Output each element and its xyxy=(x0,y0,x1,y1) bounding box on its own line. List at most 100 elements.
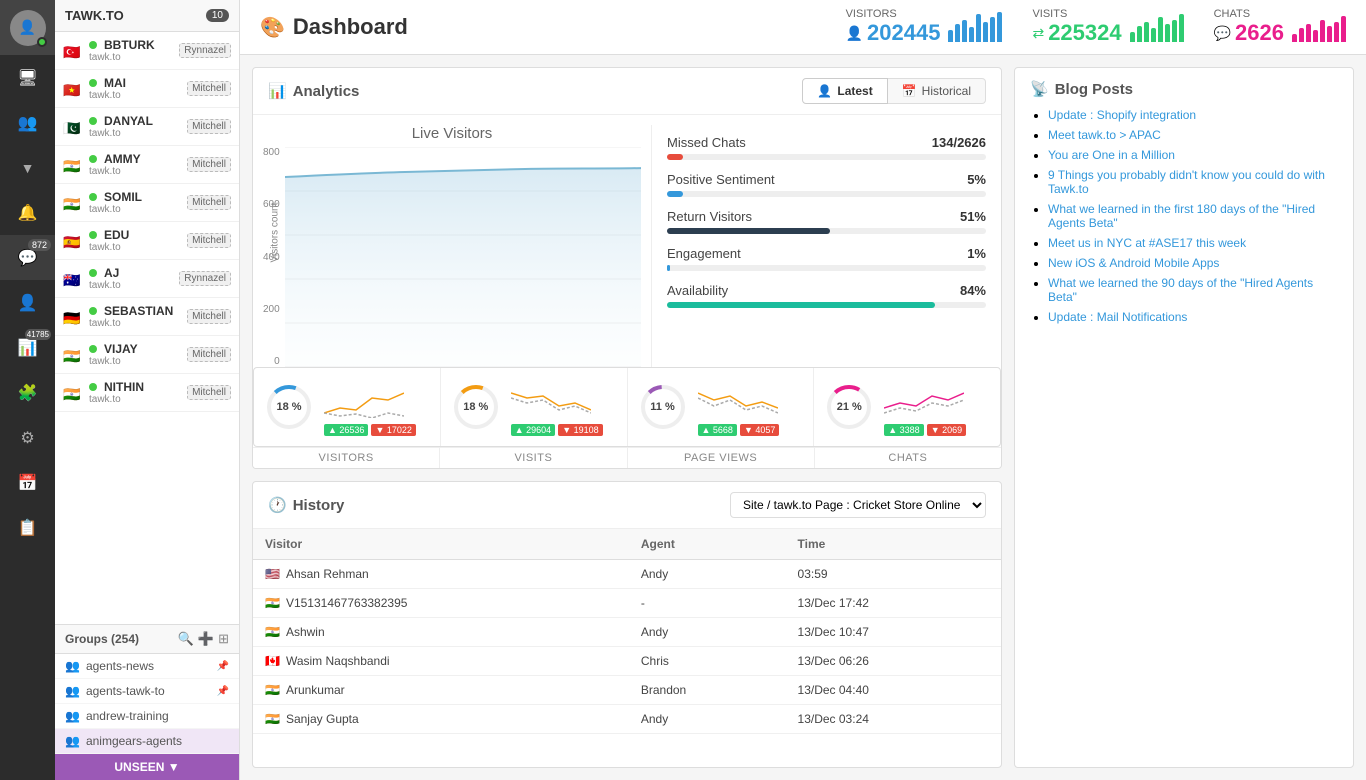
table-row[interactable]: 🇮🇳V15131467763382395 - 13/Dec 17:42 xyxy=(253,589,1001,618)
chart-bar xyxy=(1306,24,1311,42)
analytics-badge: 41785 xyxy=(25,329,51,340)
col-visitor: Visitor xyxy=(253,529,629,560)
chart-bar xyxy=(948,30,953,42)
blog-post-link[interactable]: What we learned the 90 days of the "Hire… xyxy=(1048,276,1313,304)
engagement-label: Engagement xyxy=(667,246,741,261)
visits-ring-text: 18 % xyxy=(463,401,488,413)
visitor-name: EDU xyxy=(104,228,129,242)
visitor-name: SOMIL xyxy=(104,190,142,204)
group-item[interactable]: 👥 agents-news 📌 xyxy=(55,654,239,679)
status-dot xyxy=(89,307,97,315)
visitors-up-badge: ▲ 26536 xyxy=(324,424,368,436)
visits-icon: ⇄ xyxy=(1032,25,1044,42)
pin-icon: 📌 xyxy=(217,686,229,697)
agent-tag: Mitchell xyxy=(187,385,231,400)
blog-post-link[interactable]: Update : Shopify integration xyxy=(1048,108,1196,122)
visitors-chart xyxy=(948,12,1002,42)
y-200: 200 xyxy=(263,304,280,315)
pageviews-up-badge: ▲ 5668 xyxy=(698,424,737,436)
time-cell: 03:59 xyxy=(786,560,1001,589)
add-group-icon[interactable]: ➕ xyxy=(198,631,214,647)
table-row[interactable]: 🇨🇦Wasim Naqshbandi Chris 13/Dec 06:26 xyxy=(253,647,1001,676)
list-item[interactable]: 🇹🇷 BBTURK tawk.to Rynnazel xyxy=(55,32,239,70)
sidebar-item-list[interactable]: 📋 xyxy=(0,505,55,550)
list-item[interactable]: 🇮🇳 SOMIL tawk.to Mitchell xyxy=(55,184,239,222)
chat-badge: 872 xyxy=(28,239,51,251)
visitor-flag: 🇨🇦 xyxy=(265,654,280,668)
sidebar-item-filter[interactable]: ▼ xyxy=(0,145,55,190)
blog-post-item: Update : Mail Notifications xyxy=(1048,310,1338,324)
sidebar-item-people[interactable]: 👥 xyxy=(0,100,55,145)
tab-historical[interactable]: 📅 Historical xyxy=(888,78,986,104)
visitors-icon: 👤 xyxy=(846,25,863,42)
list-item[interactable]: 🇮🇳 AMMY tawk.to Mitchell xyxy=(55,146,239,184)
list-item[interactable]: 🇦🇺 AJ tawk.to Rynnazel xyxy=(55,260,239,298)
visitor-flag: 🇻🇳 xyxy=(63,82,83,96)
metric-engagement: Engagement 1% xyxy=(667,246,986,271)
blog-post-link[interactable]: You are One in a Million xyxy=(1048,148,1175,162)
list-item[interactable]: 🇪🇸 EDU tawk.to Mitchell xyxy=(55,222,239,260)
blog-title: 📡 Blog Posts xyxy=(1030,80,1338,98)
blog-post-link[interactable]: New iOS & Android Mobile Apps xyxy=(1048,256,1219,270)
visitor-site: tawk.to xyxy=(89,128,187,139)
search-icon[interactable]: 🔍 xyxy=(178,631,194,647)
tab-latest[interactable]: 👤 Latest xyxy=(802,78,887,104)
chart-bar xyxy=(1165,24,1170,42)
visitor-name: SEBASTIAN xyxy=(104,304,173,318)
visitor-flag: 🇮🇳 xyxy=(265,683,280,697)
table-row[interactable]: 🇮🇳Arunkumar Brandon 13/Dec 04:40 xyxy=(253,676,1001,705)
group-name: andrew-training xyxy=(86,709,169,723)
agent-tag: Mitchell xyxy=(187,81,231,96)
status-dot xyxy=(89,79,97,87)
visitor-flag: 🇮🇳 xyxy=(63,348,83,362)
visitor-site: tawk.to xyxy=(89,318,187,329)
user-avatar[interactable]: 👤 xyxy=(0,0,55,55)
sidebar-item-analytics[interactable]: 📊 41785 xyxy=(0,325,55,370)
list-item[interactable]: 🇮🇳 NITHIN tawk.to Mitchell xyxy=(55,374,239,412)
blog-post-link[interactable]: Update : Mail Notifications xyxy=(1048,310,1187,324)
blog-post-item: Meet tawk.to > APAC xyxy=(1048,128,1338,142)
pageviews-badges: ▲ 5668 ▼ 4057 xyxy=(698,424,804,436)
status-dot xyxy=(89,345,97,353)
chats-stat-name: CHATS xyxy=(815,448,1001,468)
expand-icon[interactable]: ⊞ xyxy=(218,631,229,647)
y-axis-label: Visitors count xyxy=(269,203,280,263)
list-item[interactable]: 🇻🇳 MAI tawk.to Mitchell xyxy=(55,70,239,108)
status-dot xyxy=(89,117,97,125)
sidebar-item-calendar[interactable]: 📅 xyxy=(0,460,55,505)
group-item-animgears[interactable]: 👥 animgears-agents xyxy=(55,729,239,754)
chat-items-list: 🇹🇷 BBTURK tawk.to Rynnazel 🇻🇳 MAI tawk.t… xyxy=(55,32,239,624)
table-row[interactable]: 🇺🇸Ahsan Rehman Andy 03:59 xyxy=(253,560,1001,589)
list-item[interactable]: 🇮🇳 VIJAY tawk.to Mitchell xyxy=(55,336,239,374)
list-item[interactable]: 🇩🇪 SEBASTIAN tawk.to Mitchell xyxy=(55,298,239,336)
unseen-button[interactable]: UNSEEN ▼ xyxy=(55,754,239,780)
sidebar-item-chat[interactable]: 💬 872 xyxy=(0,235,55,280)
blog-post-link[interactable]: What we learned in the first 180 days of… xyxy=(1048,202,1315,230)
blog-posts-list: Update : Shopify integration Meet tawk.t… xyxy=(1030,108,1338,324)
chart-bar xyxy=(962,20,967,42)
return-bar-bg xyxy=(667,228,986,234)
site-selector[interactable]: Site / tawk.to Page : Cricket Store Onli… xyxy=(730,492,986,518)
availability-bar-bg xyxy=(667,302,986,308)
blog-post-link[interactable]: Meet tawk.to > APAC xyxy=(1048,128,1161,142)
group-item[interactable]: 👥 andrew-training xyxy=(55,704,239,729)
sidebar-item-puzzle[interactable]: 🧩 xyxy=(0,370,55,415)
sidebar-item-person[interactable]: 👤 xyxy=(0,280,55,325)
blog-post-link[interactable]: Meet us in NYC at #ASE17 this week xyxy=(1048,236,1246,250)
visitors-badges: ▲ 26536 ▼ 17022 xyxy=(324,424,430,436)
list-item[interactable]: 🇵🇰 DANYAL tawk.to Mitchell xyxy=(55,108,239,146)
sidebar-item-notifications[interactable]: 🔔 xyxy=(0,190,55,235)
group-item[interactable]: 👥 agents-tawk-to 📌 xyxy=(55,679,239,704)
blog-post-link[interactable]: 9 Things you probably didn't know you co… xyxy=(1048,168,1325,196)
chart-bar xyxy=(997,12,1002,42)
visitor-cell: 🇺🇸Ahsan Rehman xyxy=(253,560,629,589)
sidebar-item-monitor[interactable]: 🖥 xyxy=(0,55,55,100)
visitor-cell: 🇮🇳V15131467763382395 xyxy=(253,589,629,618)
analytics-title: 📊 Analytics xyxy=(268,82,359,100)
table-row[interactable]: 🇮🇳Ashwin Andy 13/Dec 10:47 xyxy=(253,618,1001,647)
dashboard-icon: 🎨 xyxy=(260,15,285,40)
mini-stat-chats: 21 % ▲ 3388 ▼ 2069 xyxy=(814,368,1000,446)
table-row[interactable]: 🇮🇳Sanjay Gupta Andy 13/Dec 03:24 xyxy=(253,705,1001,734)
sidebar-item-settings[interactable]: ⚙ xyxy=(0,415,55,460)
missed-chats-bar xyxy=(667,154,683,160)
